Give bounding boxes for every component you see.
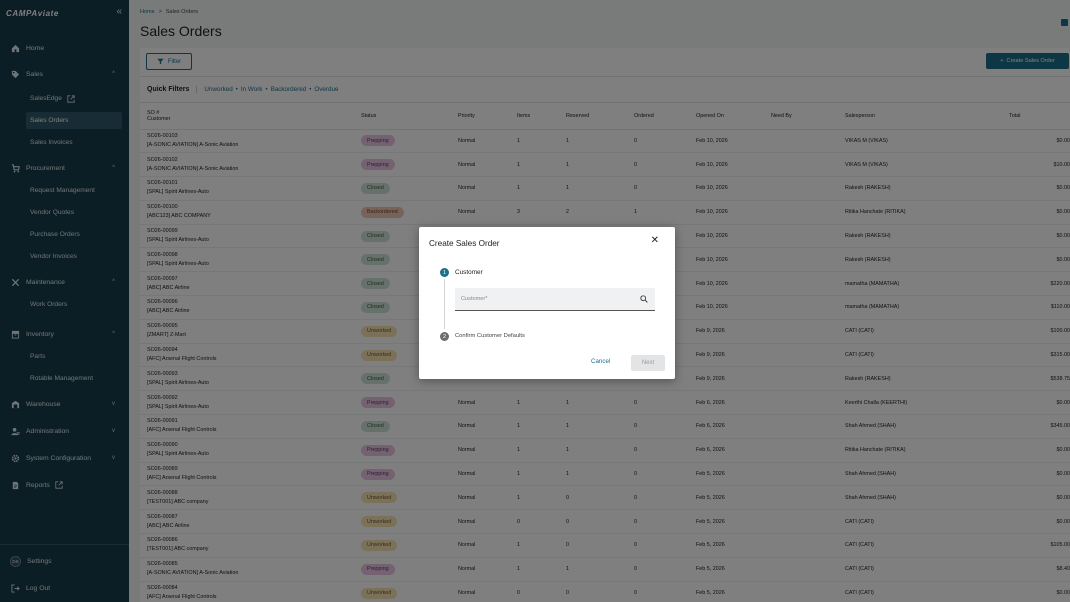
search-icon[interactable] xyxy=(640,295,648,305)
close-icon[interactable]: ✕ xyxy=(651,235,659,246)
stepper-connector xyxy=(444,279,445,329)
customer-search-field[interactable] xyxy=(455,288,655,311)
step-2-label: Confirm Customer Defaults xyxy=(455,333,525,339)
dialog-title: Create Sales Order xyxy=(429,239,500,248)
create-sales-order-dialog: Create Sales Order ✕ 1 Customer 2 Confir… xyxy=(419,227,675,379)
cancel-button[interactable]: Cancel xyxy=(591,358,610,365)
step-1-label: Customer xyxy=(455,269,483,276)
customer-input[interactable] xyxy=(461,296,631,302)
next-button[interactable]: Next xyxy=(631,355,665,371)
step-2-indicator: 2 xyxy=(440,332,449,341)
step-1-indicator: 1 xyxy=(440,268,449,277)
